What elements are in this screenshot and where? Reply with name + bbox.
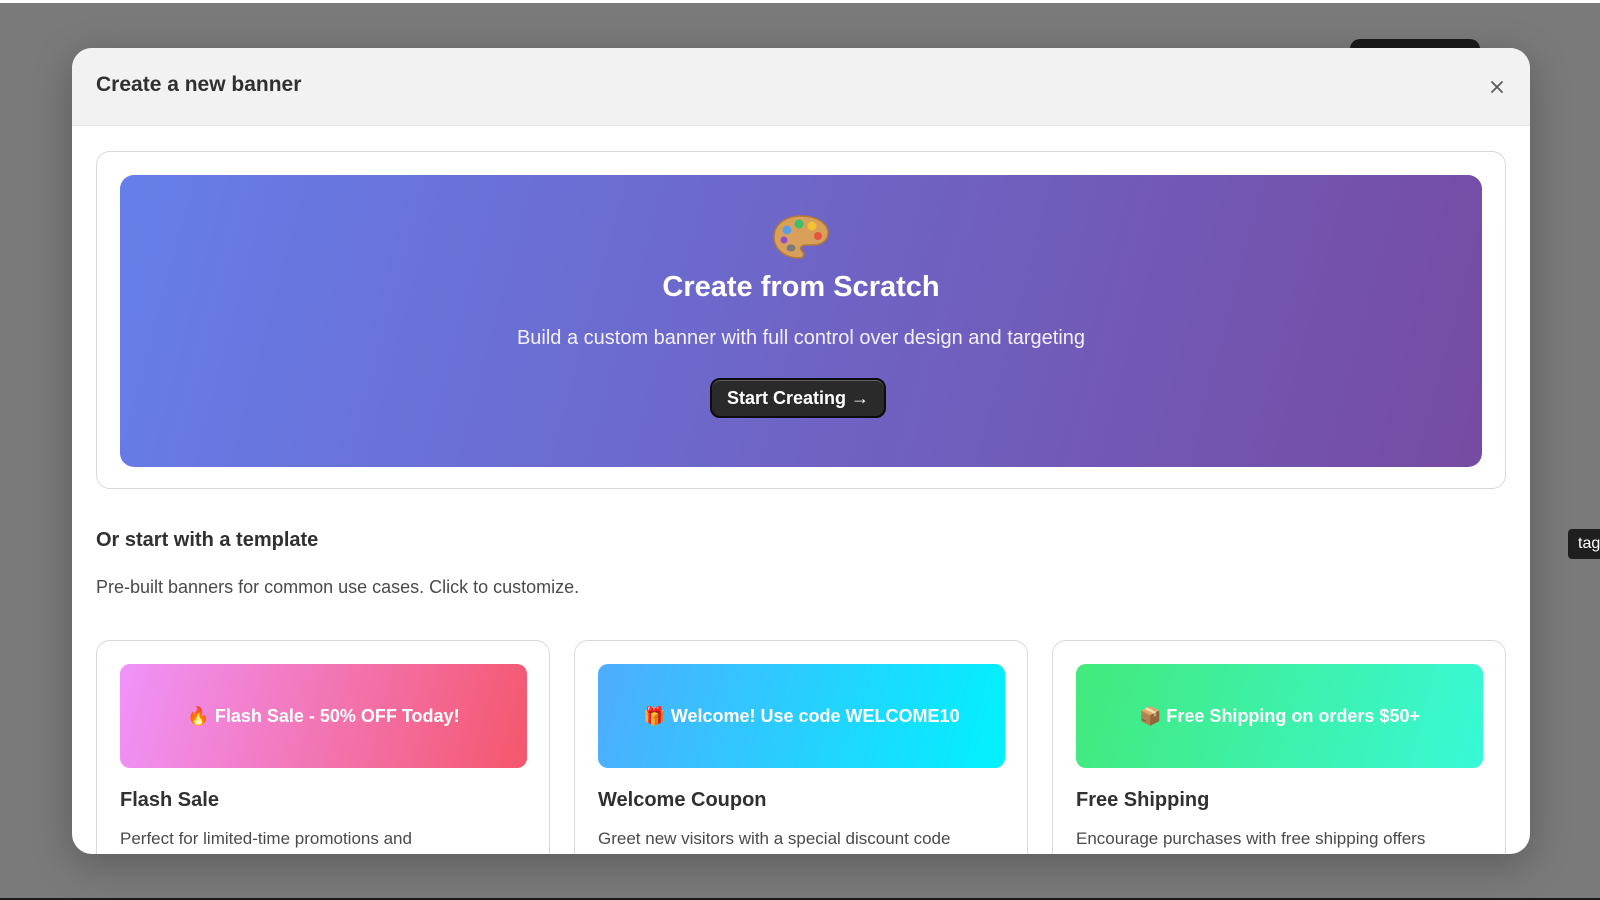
close-button[interactable] (1480, 70, 1514, 104)
template-card-free-shipping[interactable]: 📦 Free Shipping on orders $50+ Free Ship… (1052, 640, 1506, 854)
close-icon (1491, 81, 1503, 93)
template-heading: Or start with a template (96, 529, 319, 551)
template-preview-free-shipping: 📦 Free Shipping on orders $50+ (1076, 664, 1483, 768)
scratch-title: Create from Scratch (662, 271, 940, 303)
template-preview-flash-sale: 🔥 Flash Sale - 50% OFF Today! (120, 664, 527, 768)
side-tag: tag (1568, 529, 1600, 559)
start-creating-button[interactable]: Start Creating → (710, 378, 886, 418)
create-banner-modal: Create a new banner Create from Scratch … (72, 48, 1530, 854)
modal-header: Create a new banner (72, 48, 1530, 126)
scratch-description: Build a custom banner with full control … (516, 327, 1086, 349)
template-name: Flash Sale (120, 789, 219, 811)
template-description: Encourage purchases with free shipping o… (1076, 829, 1426, 848)
modal-title: Create a new banner (96, 73, 302, 96)
template-name: Free Shipping (1076, 789, 1210, 811)
template-card-flash-sale[interactable]: 🔥 Flash Sale - 50% OFF Today! Flash Sale… (96, 640, 550, 854)
template-description: Perfect for limited-time promotions and (120, 829, 412, 848)
top-edge (0, 0, 1600, 3)
template-description: Greet new visitors with a special discou… (598, 829, 951, 848)
scratch-card: Create from Scratch Build a custom banne… (96, 151, 1506, 489)
palette-icon (773, 215, 829, 259)
template-preview-welcome-coupon: 🎁 Welcome! Use code WELCOME10 (598, 664, 1005, 768)
template-subheading: Pre-built banners for common use cases. … (96, 577, 580, 597)
template-name: Welcome Coupon (598, 789, 767, 811)
scratch-hero: Create from Scratch Build a custom banne… (120, 175, 1482, 467)
template-card-welcome-coupon[interactable]: 🎁 Welcome! Use code WELCOME10 Welcome Co… (574, 640, 1028, 854)
